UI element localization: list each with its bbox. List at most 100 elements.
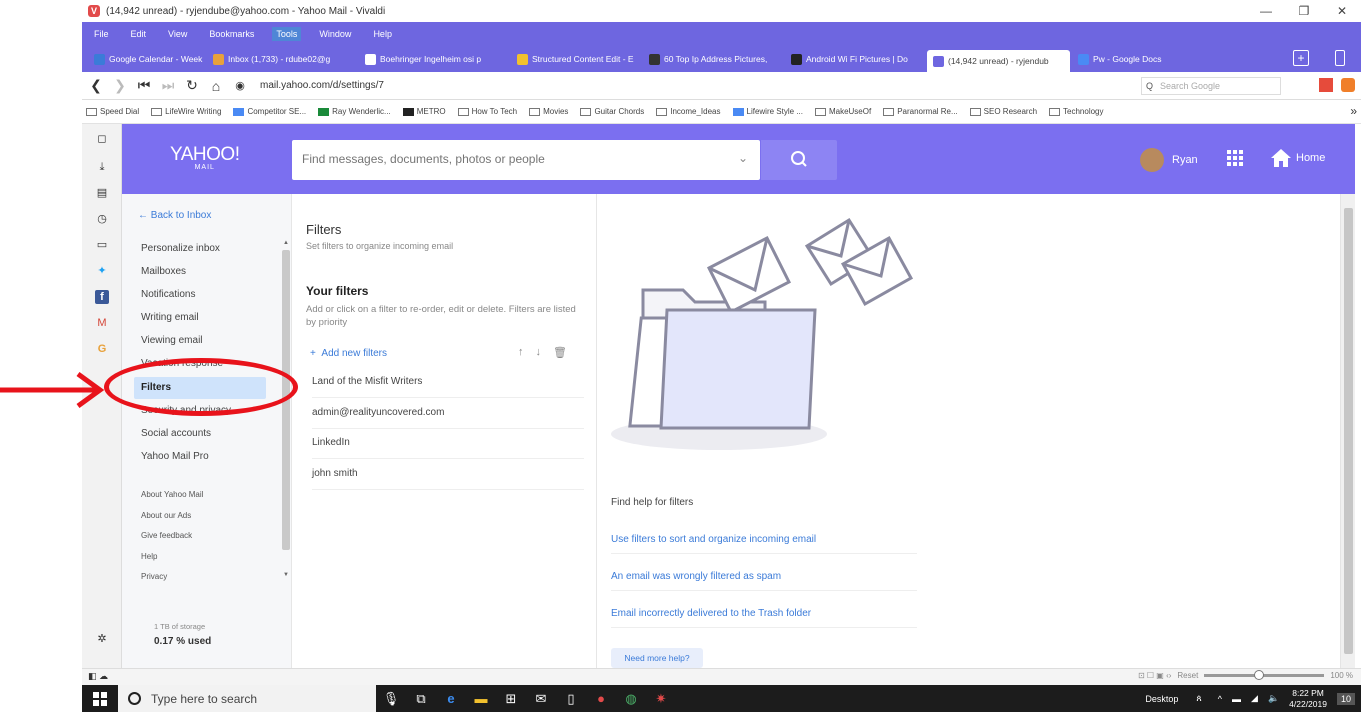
scroll-down-icon[interactable]: ▼ (283, 572, 289, 578)
phone-icon[interactable]: ▯ (556, 685, 586, 712)
zoom-reset[interactable]: Reset (1177, 671, 1198, 680)
tab-boehringer[interactable]: Boehringer Ingelheim osi p (359, 49, 509, 69)
bookmark-technology[interactable]: Technology (1049, 107, 1104, 116)
close-button[interactable]: ✕ (1323, 0, 1361, 22)
extension-icon[interactable] (1341, 78, 1355, 92)
forward-icon[interactable]: ❯ (110, 77, 130, 94)
reload-icon[interactable]: ↻ (182, 77, 202, 94)
tab-ip-pictures[interactable]: 60 Top Ip Address Pictures, (643, 49, 783, 69)
task-view-icon[interactable]: ⧉ (406, 685, 436, 712)
trash-tab-icon[interactable] (1335, 50, 1345, 66)
desktop-toolbar[interactable]: Desktop (1145, 694, 1178, 704)
mail-search-input[interactable] (302, 152, 722, 166)
volume-icon[interactable]: 🔈 (1268, 693, 1279, 704)
home-link[interactable]: Home (1270, 148, 1325, 168)
history-panel-icon[interactable]: ◷ (95, 212, 109, 226)
link-help[interactable]: Help (141, 552, 157, 561)
microphone-icon[interactable]: 🎙 (376, 685, 406, 712)
bookmarks-overflow-icon[interactable]: » (1350, 104, 1357, 118)
panel-toggle-icon[interactable]: ◧ ☁ (88, 671, 108, 682)
store-icon[interactable]: ⊞ (496, 685, 526, 712)
start-button[interactable] (82, 685, 118, 712)
zoom-slider[interactable] (1204, 670, 1325, 680)
settings-gear-icon[interactable]: ✲ (95, 632, 109, 646)
tab-gmail-inbox[interactable]: Inbox (1,733) - rdube02@g (207, 49, 357, 69)
bookmark-ray-wenderlich[interactable]: Ray Wenderlic... (318, 107, 391, 116)
settings-item-writing-email[interactable]: Writing email (141, 312, 199, 323)
yahoo-mail-logo[interactable]: YAHOO! MAIL (170, 144, 240, 171)
edge-icon[interactable]: e (436, 685, 466, 712)
filter-row[interactable]: LinkedIn (312, 437, 584, 459)
move-down-icon[interactable]: ↓ (536, 346, 542, 359)
bookmark-movies[interactable]: Movies (529, 107, 568, 116)
settings-item-mailboxes[interactable]: Mailboxes (141, 266, 186, 277)
filter-row[interactable]: john smith (312, 468, 584, 490)
settings-item-yahoo-mail-pro[interactable]: Yahoo Mail Pro (141, 451, 209, 462)
link-give-feedback[interactable]: Give feedback (141, 531, 192, 540)
bookmark-lifewire-style[interactable]: Lifewire Style ... (732, 107, 803, 116)
settings-item-viewing-email[interactable]: Viewing email (141, 335, 203, 346)
search-engine-field[interactable]: Q Search Google (1141, 77, 1281, 95)
rewind-icon[interactable]: ⏮ (134, 77, 154, 94)
fast-forward-icon[interactable]: ⏭ (158, 77, 178, 94)
notes-panel-icon[interactable]: ▤ (95, 186, 109, 200)
gmail-icon[interactable]: M (95, 316, 109, 330)
apps-grid-icon[interactable] (1226, 149, 1244, 167)
tab-android-wifi[interactable]: Android Wi Fi Pictures | Do (785, 49, 925, 69)
filter-row[interactable]: admin@realityuncovered.com (312, 407, 584, 429)
scrollbar-thumb[interactable] (1344, 208, 1353, 654)
settings-item-personalize-inbox[interactable]: Personalize inbox (141, 243, 220, 254)
move-up-icon[interactable]: ↑ (518, 346, 524, 359)
trash-icon[interactable]: 🗑 (553, 346, 567, 359)
bookmark-lifewire-writing[interactable]: LifeWire Writing (151, 107, 221, 116)
menu-help[interactable]: Help (369, 27, 396, 41)
new-tab-button[interactable]: + (1293, 50, 1309, 66)
wifi-icon[interactable]: ◢ (1251, 693, 1258, 704)
bookmark-how-to-tech[interactable]: How To Tech (457, 107, 517, 116)
mail-app-icon[interactable]: ✉ (526, 685, 556, 712)
tab-structured-content[interactable]: Structured Content Edit - E (511, 49, 641, 69)
zoom-slider-knob[interactable] (1254, 670, 1265, 680)
chrome-icon[interactable]: ◍ (616, 685, 646, 712)
vivaldi-icon[interactable]: ● (586, 685, 616, 712)
people-icon[interactable]: ጰ (1196, 693, 1201, 704)
link-privacy[interactable]: Privacy (141, 572, 167, 581)
facebook-icon[interactable]: f (95, 290, 109, 304)
notifications-badge[interactable]: 10 (1336, 692, 1355, 705)
mail-search-box[interactable]: ⌄ (292, 140, 760, 180)
bookmark-income-ideas[interactable]: Income_Ideas (656, 107, 721, 116)
link-about-ads[interactable]: About our Ads (141, 511, 191, 520)
help-link-sort-filters[interactable]: Use filters to sort and organize incomin… (611, 534, 917, 554)
url-field[interactable]: mail.yahoo.com/d/settings/7 (260, 80, 384, 91)
file-explorer-icon[interactable]: ▬ (466, 685, 496, 712)
bookmark-seo-research[interactable]: SEO Research (969, 107, 1037, 116)
settings-item-notifications[interactable]: Notifications (141, 289, 195, 300)
main-scrollbar[interactable] (1340, 194, 1355, 668)
taskbar-search[interactable]: Type here to search (118, 685, 376, 712)
bookmark-competitor[interactable]: Competitor SE... (233, 107, 306, 116)
bookmark-panel-icon[interactable]: ◻ (95, 132, 109, 146)
scroll-up-icon[interactable]: ▲ (283, 240, 289, 246)
battery-icon[interactable]: ▬ (1232, 694, 1241, 704)
status-icons[interactable]: ⊡ ☐ ▣ ‹› (1138, 671, 1171, 680)
menu-edit[interactable]: Edit (127, 27, 151, 41)
clock[interactable]: 8:22 PM 4/22/2019 (1289, 688, 1327, 710)
downloads-panel-icon[interactable]: ⤓ (95, 160, 109, 174)
tab-yahoo-mail[interactable]: (14,942 unread) - ryjendub (927, 50, 1070, 72)
tab-google-docs[interactable]: Pw - Google Docs (1072, 49, 1172, 69)
search-button[interactable] (761, 140, 837, 180)
site-info-icon[interactable]: ◉ (230, 79, 250, 92)
help-link-trash-folder[interactable]: Email incorrectly delivered to the Trash… (611, 608, 917, 628)
google-icon[interactable]: G (95, 342, 109, 356)
maximize-button[interactable]: ❐ (1285, 0, 1323, 22)
minimize-button[interactable]: — (1247, 0, 1285, 22)
bookmark-metro[interactable]: METRO (402, 107, 446, 116)
menu-file[interactable]: File (90, 27, 113, 41)
bookmark-makeuseof[interactable]: MakeUseOf (814, 107, 871, 116)
link-about-yahoo-mail[interactable]: About Yahoo Mail (141, 490, 203, 499)
help-link-wrongly-spam[interactable]: An email was wrongly filtered as spam (611, 571, 917, 591)
chevron-up-icon[interactable]: ^ (1218, 694, 1222, 704)
spider-app-icon[interactable]: ✷ (646, 685, 676, 712)
home-icon[interactable]: ⌂ (206, 78, 226, 94)
extension-icon[interactable] (1319, 78, 1333, 92)
